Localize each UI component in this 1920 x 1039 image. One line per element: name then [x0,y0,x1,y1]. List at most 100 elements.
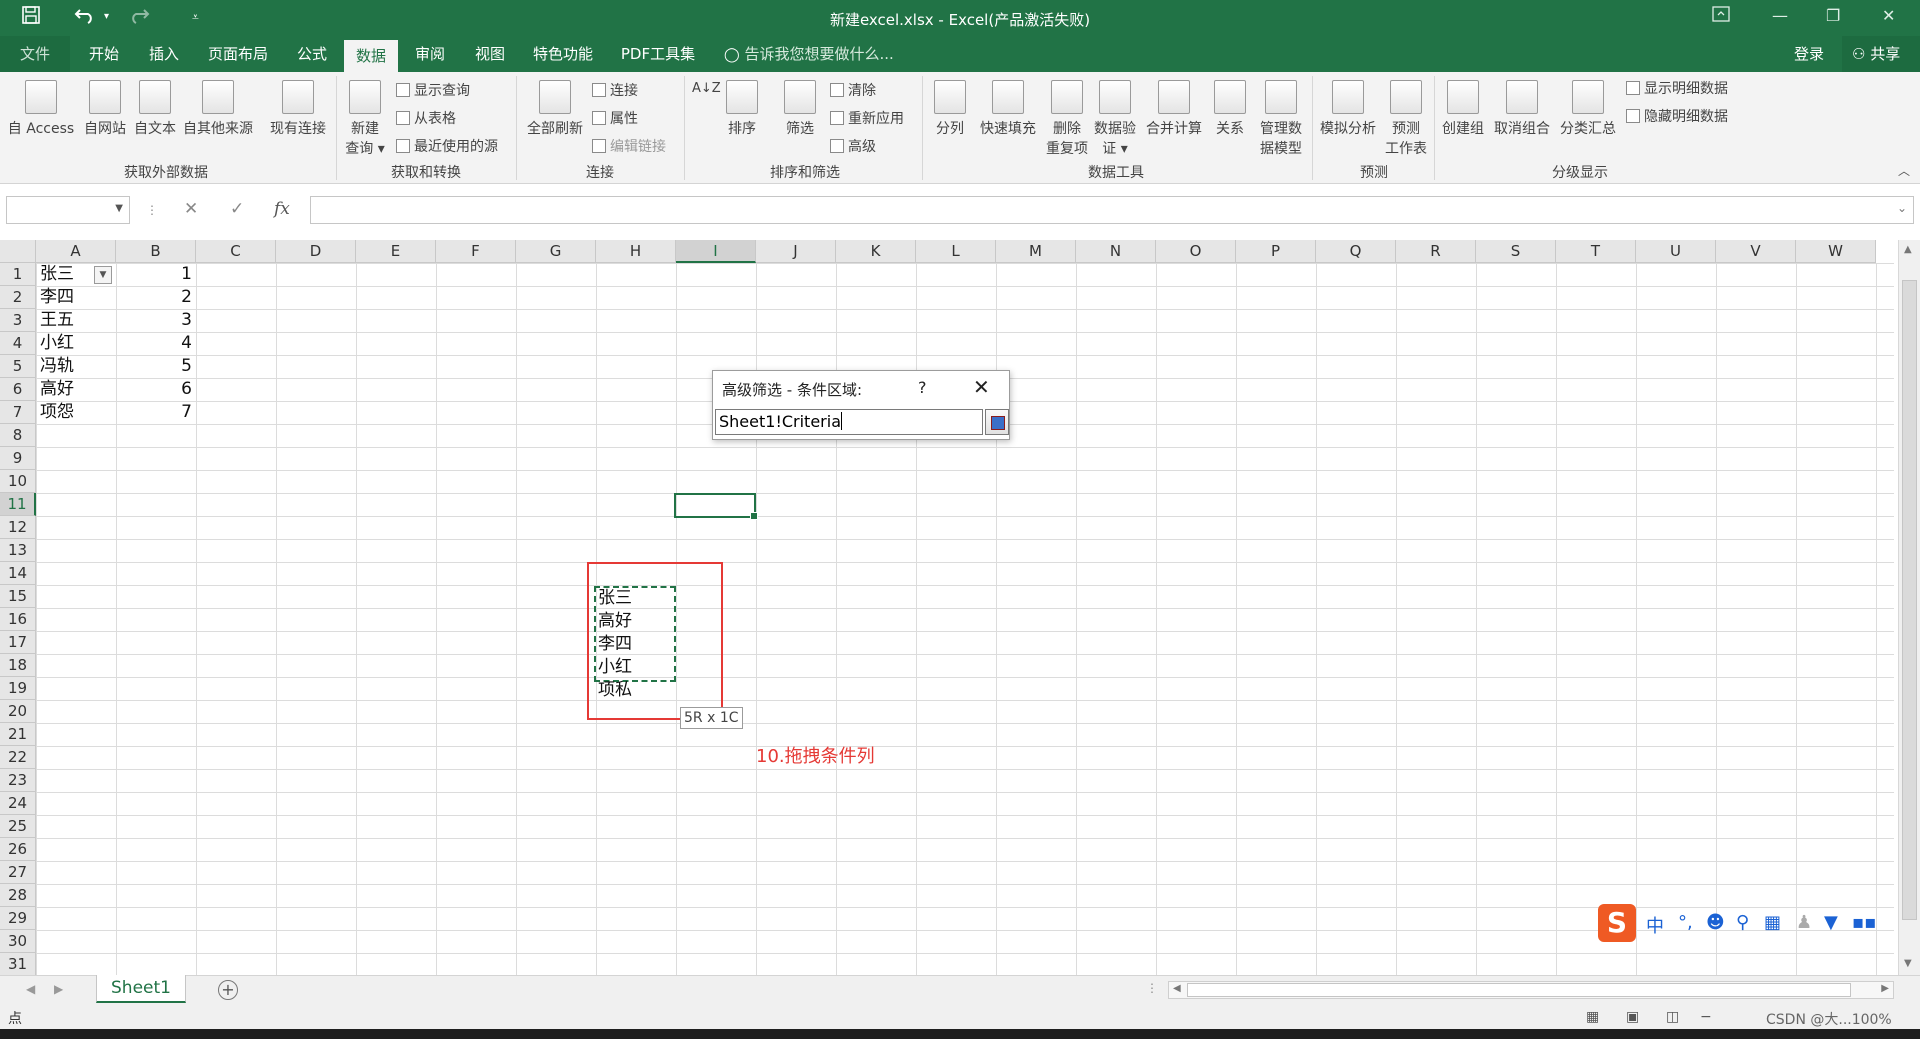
clear-filter-button[interactable]: 清除 [830,80,876,100]
cell-A7[interactable]: 项怨 [40,401,74,424]
tell-me-box[interactable]: ◯ 告诉我您想要做什么... [724,36,894,72]
column-header-A[interactable]: A [36,240,116,263]
row-header-1[interactable]: 1 [0,263,36,286]
what-if-analysis-button[interactable]: 模拟分析 [1316,80,1380,138]
manage-data-model-button[interactable]: 管理数 据模型 [1256,80,1306,158]
criteria-range-input[interactable]: Sheet1!Criteria [715,409,983,435]
forecast-sheet-button[interactable]: 预测 工作表 [1382,80,1430,158]
column-header-U[interactable]: U [1636,240,1716,263]
cell-B5[interactable]: 5 [116,355,192,378]
subtotal-button[interactable]: 分类汇总 [1556,80,1620,138]
cell-H17[interactable]: 李四 [598,633,632,656]
collapse-ribbon-icon[interactable]: ︿ [1898,162,1910,179]
horizontal-scrollbar[interactable]: ◀ ▶ [1168,981,1894,999]
refresh-all-button[interactable]: 全部刷新 [522,80,588,138]
consolidate-button[interactable]: 合并计算 [1142,80,1206,138]
relationships-button[interactable]: 关系 [1210,80,1250,138]
scroll-left-icon[interactable]: ◀ [1173,983,1181,994]
column-header-H[interactable]: H [596,240,676,263]
sogou-logo-icon[interactable]: S [1598,904,1636,942]
close-button[interactable]: ✕ [1882,6,1895,25]
from-access-button[interactable]: 自 Access [6,80,76,138]
column-header-O[interactable]: O [1156,240,1236,263]
row-header-5[interactable]: 5 [0,355,36,378]
row-header-27[interactable]: 27 [0,861,36,884]
add-sheet-button[interactable]: + [218,980,238,1000]
autofilter-dropdown-icon[interactable]: ▼ [94,266,112,284]
text-to-columns-button[interactable]: 分列 [928,80,972,138]
row-header-24[interactable]: 24 [0,792,36,815]
emoji-icon[interactable]: ☻ [1706,912,1725,933]
share-button[interactable]: ⚇ 共享 [1842,36,1920,72]
tab-review[interactable]: 审阅 [402,36,458,72]
cell-A3[interactable]: 王五 [40,309,74,332]
cell-A1[interactable]: 张三 [40,263,74,286]
active-cell-I11[interactable] [674,493,758,520]
worksheet-grid[interactable]: ABCDEFGHIJKLMNOPQRSTUVW 1 2 3 4 5 6 7 8 9 10 11 12 1… [0,240,1920,976]
column-header-W[interactable]: W [1796,240,1876,263]
column-header-T[interactable]: T [1556,240,1636,263]
column-header-L[interactable]: L [916,240,996,263]
cell-B1[interactable]: 1 [116,263,192,286]
row-header-26[interactable]: 26 [0,838,36,861]
login-link[interactable]: 登录 [1794,36,1824,72]
select-all-corner[interactable] [0,240,36,263]
row-header-23[interactable]: 23 [0,769,36,792]
cell-H16[interactable]: 高好 [598,610,632,633]
ribbon-display-options-icon[interactable] [1712,6,1730,26]
cell-B6[interactable]: 6 [116,378,192,401]
row-header-8[interactable]: 8 [0,424,36,447]
column-header-Q[interactable]: Q [1316,240,1396,263]
column-header-C[interactable]: C [196,240,276,263]
from-other-sources-button[interactable]: 自其他来源 [180,80,256,138]
next-sheet-icon[interactable]: ▶ [54,982,63,996]
fx-icon[interactable]: fx [274,199,290,219]
restore-button[interactable]: ❐ [1826,6,1840,25]
minimize-button[interactable]: — [1772,6,1788,25]
cell-H19[interactable]: 项私 [598,679,632,702]
row-header-17[interactable]: 17 [0,631,36,654]
row-header-15[interactable]: 15 [0,585,36,608]
column-header-E[interactable]: E [356,240,436,263]
zoom-out-icon[interactable]: − [1700,1009,1712,1025]
sheet-tab-sheet1[interactable]: Sheet1 [96,975,186,1003]
horizontal-scroll-thumb[interactable] [1187,983,1851,997]
row-header-16[interactable]: 16 [0,608,36,631]
tab-pdf-tools[interactable]: PDF工具集 [610,36,706,72]
sort-button[interactable]: 排序 [722,80,762,138]
row-header-12[interactable]: 12 [0,516,36,539]
enter-icon[interactable]: ✓ [230,199,244,219]
row-header-6[interactable]: 6 [0,378,36,401]
connections-button[interactable]: 连接 [592,80,638,100]
scroll-right-icon[interactable]: ▶ [1881,983,1889,994]
tab-page-layout[interactable]: 页面布局 [196,36,280,72]
row-header-4[interactable]: 4 [0,332,36,355]
cancel-icon[interactable]: ✕ [184,199,198,219]
expand-formula-icon[interactable]: ⌄ [1897,201,1907,215]
mic-icon[interactable]: ⚲ [1736,912,1749,933]
column-header-K[interactable]: K [836,240,916,263]
new-query-button[interactable]: 新建 查询 ▾ [344,80,386,158]
row-header-31[interactable]: 31 [0,953,36,976]
column-header-M[interactable]: M [996,240,1076,263]
prev-sheet-icon[interactable]: ◀ [26,982,35,996]
tab-insert[interactable]: 插入 [136,36,192,72]
tab-formulas[interactable]: 公式 [284,36,340,72]
column-header-N[interactable]: N [1076,240,1156,263]
ungroup-button[interactable]: 取消组合 [1490,80,1554,138]
edit-links-button[interactable]: 编辑链接 [592,136,666,156]
recent-sources-button[interactable]: 最近使用的源 [396,136,498,156]
column-header-R[interactable]: R [1396,240,1476,263]
column-header-V[interactable]: V [1716,240,1796,263]
properties-button[interactable]: 属性 [592,108,638,128]
row-header-25[interactable]: 25 [0,815,36,838]
row-header-10[interactable]: 10 [0,470,36,493]
tab-data[interactable]: 数据 [344,40,398,72]
column-header-J[interactable]: J [756,240,836,263]
ime-language-toggle[interactable]: 中 [1646,912,1664,938]
row-header-14[interactable]: 14 [0,562,36,585]
keyboard-icon[interactable]: ▦ [1764,912,1781,933]
apps-icon[interactable]: ▪▪ [1852,912,1876,933]
page-break-view-icon[interactable]: ◫ [1666,1009,1679,1025]
column-header-B[interactable]: B [116,240,196,263]
